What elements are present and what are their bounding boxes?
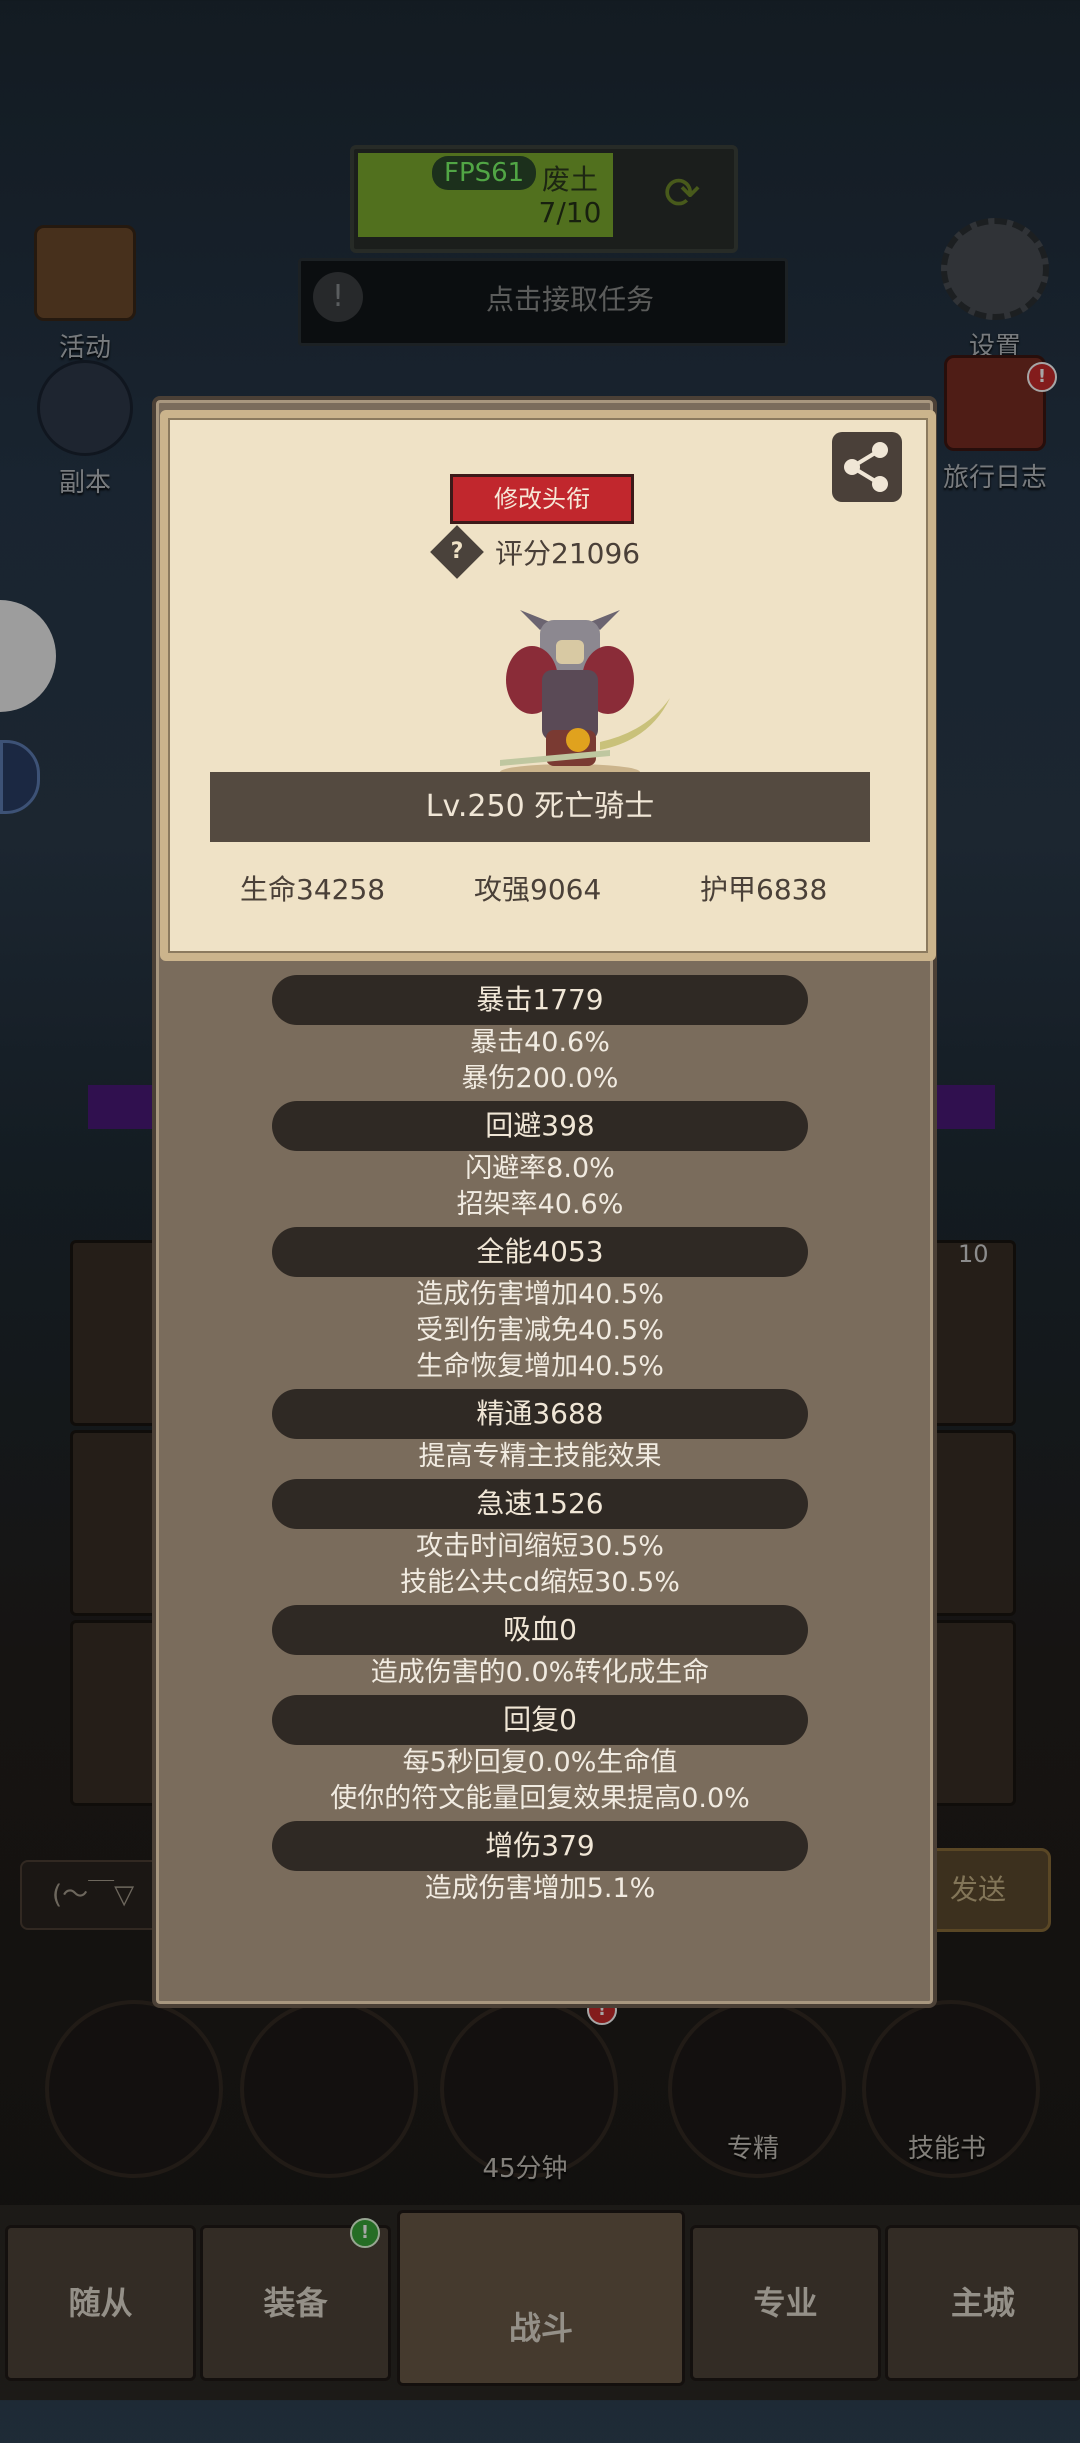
score-text: 评分21096	[495, 537, 641, 570]
stat-detail: 造成伤害的0.0%转化成生命	[370, 1657, 710, 1688]
help-icon-glyph: ?	[450, 539, 464, 564]
stat-detail: 闪避率8.0%	[465, 1153, 615, 1184]
stat-detail: 招架率40.6%	[456, 1189, 624, 1220]
share-button[interactable]	[832, 432, 902, 502]
level-class-bar: Lv.250 死亡骑士	[210, 772, 870, 842]
stats-list: 暴击1779 暴击40.6% 暴伤200.0% 回避398 闪避率8.0% 招架…	[180, 975, 900, 1911]
stat-group-haste: 急速1526 攻击时间缩短30.5% 技能公共cd缩短30.5%	[180, 1479, 900, 1601]
stat-group-crit: 暴击1779 暴击40.6% 暴伤200.0%	[180, 975, 900, 1097]
stat-header: 吸血0	[272, 1605, 808, 1655]
stat-detail: 造成伤害增加40.5%	[416, 1279, 664, 1310]
stat-detail: 每5秒回复0.0%生命值	[402, 1747, 678, 1778]
stat-header: 回避398	[272, 1101, 808, 1151]
stat-header: 增伤379	[272, 1821, 808, 1871]
stat-group-leech: 吸血0 造成伤害的0.0%转化成生命	[180, 1605, 900, 1691]
edit-title-button[interactable]: 修改头衔	[450, 474, 634, 524]
stat-header: 急速1526	[272, 1479, 808, 1529]
armor-stat: 护甲6838	[700, 873, 828, 906]
stat-detail: 造成伤害增加5.1%	[424, 1873, 656, 1904]
stat-group-versatility: 全能4053 造成伤害增加40.5% 受到伤害减免40.5% 生命恢复增加40.…	[180, 1227, 900, 1385]
character-portrait	[500, 610, 670, 780]
hp-stat: 生命34258	[240, 873, 386, 906]
stat-detail: 提高专精主技能效果	[418, 1441, 662, 1472]
stat-header: 暴击1779	[272, 975, 808, 1025]
stat-header: 回复0	[272, 1695, 808, 1745]
stat-detail: 暴击40.6%	[470, 1027, 610, 1058]
attack-stat: 攻强9064	[474, 873, 602, 906]
stat-detail: 攻击时间缩短30.5%	[416, 1531, 664, 1562]
stat-header: 精通3688	[272, 1389, 808, 1439]
stat-detail: 生命恢复增加40.5%	[416, 1351, 664, 1382]
stat-detail: 技能公共cd缩短30.5%	[400, 1567, 680, 1598]
share-icon	[844, 442, 888, 492]
stat-group-mastery: 精通3688 提高专精主技能效果	[180, 1389, 900, 1475]
stat-group-regen: 回复0 每5秒回复0.0%生命值 使你的符文能量回复效果提高0.0%	[180, 1695, 900, 1817]
stat-header: 全能4053	[272, 1227, 808, 1277]
stat-detail: 受到伤害减免40.5%	[416, 1315, 664, 1346]
stat-group-avoidance: 回避398 闪避率8.0% 招架率40.6%	[180, 1101, 900, 1223]
stat-group-damage-bonus: 增伤379 造成伤害增加5.1%	[180, 1821, 900, 1907]
stat-detail: 使你的符文能量回复效果提高0.0%	[330, 1783, 750, 1814]
stat-detail: 暴伤200.0%	[461, 1063, 619, 1094]
